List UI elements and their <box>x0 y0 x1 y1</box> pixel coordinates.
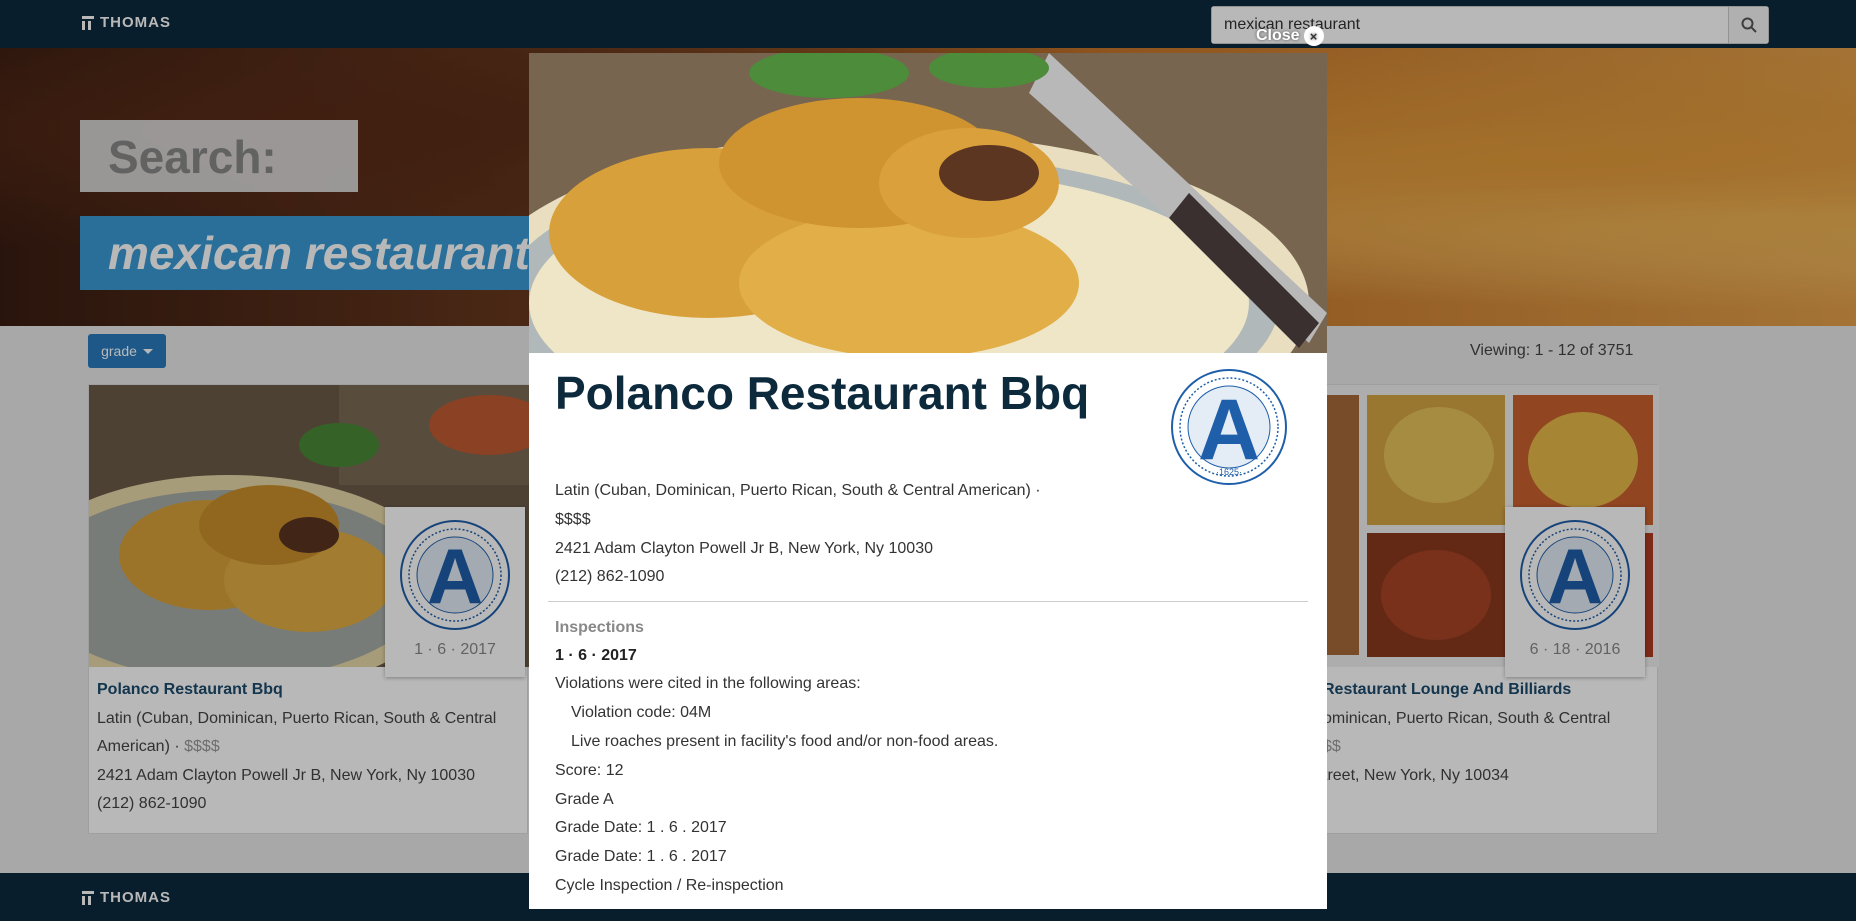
violation-description: Live roaches present in facility's food … <box>571 733 999 750</box>
modal-cuisine: Latin (Cuban, Dominican, Puerto Rican, S… <box>555 482 1041 499</box>
modal-phone: (212) 862-1090 <box>555 568 665 585</box>
grade-date: Grade Date: 1 . 6 . 2017 <box>555 819 727 836</box>
close-label: Close <box>1256 27 1300 44</box>
svg-text:·1625·: ·1625· <box>1216 467 1242 477</box>
modal-divider <box>548 601 1308 602</box>
modal-grade-badge: A ·1625· <box>1169 365 1289 494</box>
violation-code: Violation code: 04M <box>571 704 712 721</box>
modal-food-image <box>529 53 1327 353</box>
grade-date: Grade Date: 1 . 6 . 2017 <box>555 848 727 865</box>
inspection-grade: Grade A <box>555 791 614 808</box>
modal-price: $$$$ <box>555 511 591 528</box>
inspection-score: Score: 12 <box>555 762 624 779</box>
close-icon: × <box>1303 26 1324 46</box>
inspection-date: 1 · 6 · 2017 <box>555 647 637 664</box>
inspections-heading: Inspections <box>555 619 644 636</box>
restaurant-detail-modal: Polanco Restaurant Bbq A ·1625· Latin (C… <box>529 53 1327 909</box>
modal-address: 2421 Adam Clayton Powell Jr B, New York,… <box>555 540 933 557</box>
violations-intro: Violations were cited in the following a… <box>555 675 861 692</box>
modal-close-button[interactable]: Close × <box>1256 26 1324 46</box>
svg-text:A: A <box>1198 382 1260 478</box>
modal-title: Polanco Restaurant Bbq <box>555 367 1090 419</box>
grade-a-seal-icon: A ·1625· <box>1171 369 1287 485</box>
inspection-type: Cycle Inspection / Re-inspection <box>555 877 784 894</box>
